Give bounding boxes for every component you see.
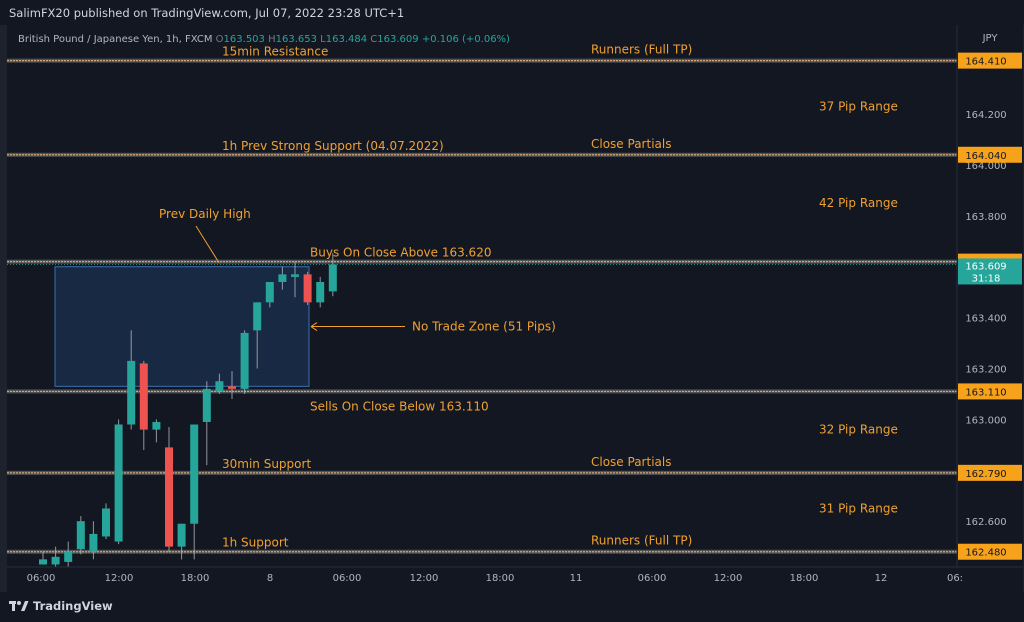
candle-body — [64, 551, 73, 562]
level-right-label: Close Partials — [591, 455, 671, 469]
level-label: Buys On Close Above 163.620 — [310, 246, 491, 260]
candle-body — [152, 421, 161, 430]
candle-body — [139, 363, 148, 430]
no-trade-zone-label: No Trade Zone (51 Pips) — [412, 320, 556, 334]
last-price-value: 163.609 — [965, 261, 1006, 272]
candle-body — [165, 447, 173, 547]
level-label: 1h Support — [222, 536, 289, 550]
y-tick-label: 163.000 — [965, 415, 1006, 426]
level-label: 15min Resistance — [222, 45, 328, 59]
candle-body — [278, 274, 287, 283]
price-axis — [957, 25, 1023, 567]
footer-bar: TradingView — [0, 592, 1024, 622]
level-right-label: Runners (Full TP) — [591, 43, 692, 57]
candle-body — [89, 533, 98, 552]
tradingview-logo[interactable]: TradingView — [9, 599, 113, 613]
prev-daily-high-label: Prev Daily High — [159, 207, 251, 221]
x-tick-label: 12:00 — [105, 573, 134, 584]
candle-body — [316, 282, 325, 303]
level-price-tag-text: 163.110 — [965, 387, 1006, 398]
candle-body — [114, 424, 123, 542]
candle-body — [177, 523, 186, 547]
level-price-tag-text: 162.790 — [965, 469, 1006, 480]
level-right-label: Runners (Full TP) — [591, 534, 692, 548]
candle-body — [190, 424, 199, 524]
level-price-tag-text: 162.480 — [965, 548, 1006, 559]
x-tick-label: 12:00 — [410, 573, 439, 584]
y-tick-label: 163.800 — [965, 212, 1006, 223]
candle-body — [202, 388, 211, 422]
x-tick-label: 11 — [570, 573, 583, 584]
candle-body — [102, 508, 110, 537]
pip-range-label: 32 Pip Range — [819, 423, 898, 437]
candle-body — [303, 274, 312, 303]
x-tick-label: 12 — [875, 573, 888, 584]
price-chart[interactable]: 15min Resistance Runners (Full TP) 1h Prev… — [0, 0, 1024, 622]
candle-countdown: 31:18 — [972, 273, 1001, 284]
x-tick-label: 8 — [267, 573, 273, 584]
candle-body — [39, 559, 47, 565]
x-tick-label: 06:00 — [638, 573, 667, 584]
candle-body — [291, 274, 299, 277]
x-tick-label: 06:00 — [333, 573, 362, 584]
candle-body — [51, 556, 60, 565]
y-tick-label: 164.200 — [965, 110, 1006, 121]
candle-body — [240, 332, 249, 389]
level-label: 30min Support — [222, 457, 311, 471]
currency-label: JPY — [982, 33, 999, 44]
pip-range-label: 42 Pip Range — [819, 196, 898, 210]
level-price-tag-text: 164.040 — [965, 151, 1006, 162]
candle-body — [228, 386, 236, 389]
y-tick-label: 162.600 — [965, 517, 1006, 528]
x-tick-label: 18:00 — [790, 573, 819, 584]
level-label: 1h Prev Strong Support (04.07.2022) — [222, 139, 444, 153]
pip-range-label: 31 Pip Range — [819, 501, 898, 515]
candle-body — [127, 360, 136, 425]
candle-body — [265, 282, 274, 303]
x-tick-label: 18:00 — [181, 573, 210, 584]
y-tick-label: 163.200 — [965, 365, 1006, 376]
x-tick-label: 06:00 — [27, 573, 56, 584]
candle-body — [328, 264, 337, 292]
candle-body — [76, 521, 85, 550]
x-tick-label: 12:00 — [714, 573, 743, 584]
candle-body — [253, 302, 262, 331]
candle-body — [215, 381, 224, 392]
level-label: Sells On Close Below 163.110 — [310, 399, 489, 413]
level-right-label: Close Partials — [591, 137, 671, 151]
y-tick-label: 163.400 — [965, 314, 1006, 325]
tradingview-logo-icon — [9, 601, 29, 611]
prev-daily-high-arrow — [195, 225, 220, 264]
x-tick-label: 18:00 — [486, 573, 515, 584]
pip-range-label: 37 Pip Range — [819, 99, 898, 113]
x-tick-label: 06: — [947, 573, 963, 584]
level-price-tag-text: 164.410 — [965, 57, 1006, 68]
tradingview-logo-text: TradingView — [33, 599, 113, 613]
